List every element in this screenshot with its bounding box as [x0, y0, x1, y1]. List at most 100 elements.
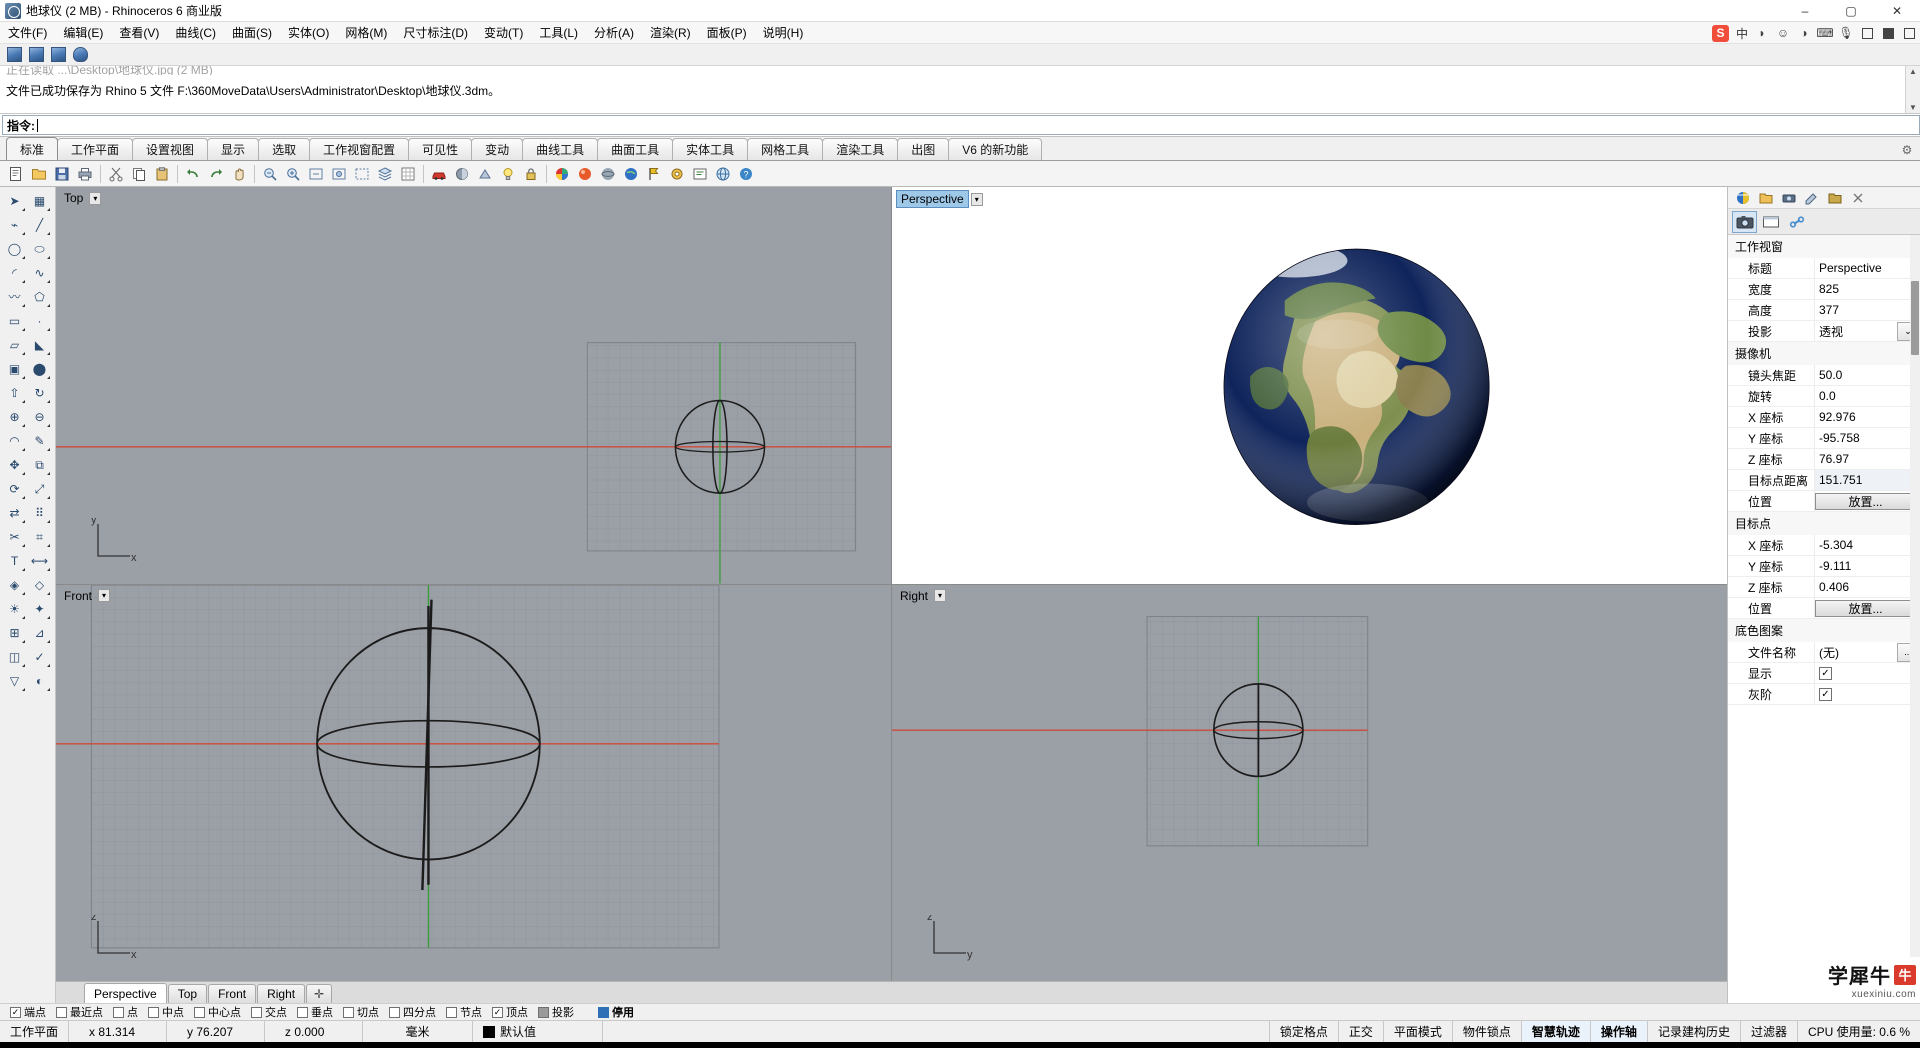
- command-input[interactable]: 指令:: [2, 115, 1920, 135]
- shade-icon[interactable]: [474, 163, 496, 185]
- boolean-union-icon[interactable]: ⊕: [2, 405, 27, 429]
- tab-select[interactable]: 选取: [258, 138, 311, 160]
- web-help-icon[interactable]: [712, 163, 734, 185]
- boolean-difference-icon[interactable]: ⊖: [27, 405, 52, 429]
- osnap-checkbox[interactable]: [598, 1006, 609, 1018]
- ime-keyboard-icon[interactable]: ⌨: [1816, 26, 1833, 40]
- zoom-in-icon[interactable]: [282, 163, 304, 185]
- osnap-item[interactable]: 停用: [594, 1004, 638, 1020]
- chevron-down-icon[interactable]: ▾: [89, 191, 102, 205]
- property-checkbox[interactable]: ✓: [1819, 687, 1832, 701]
- tab-v6-new-features[interactable]: V6 的新功能: [948, 138, 1043, 160]
- link-icon[interactable]: [1784, 211, 1809, 233]
- menu-mesh[interactable]: 网格(M): [337, 23, 395, 43]
- arrow-select-icon[interactable]: ➤: [2, 189, 27, 213]
- drape-icon[interactable]: ▽: [2, 669, 27, 693]
- copy-object-icon[interactable]: ⧉: [27, 453, 52, 477]
- status-toggle-planar[interactable]: 平面模式: [1384, 1021, 1453, 1042]
- highlight-icon[interactable]: ◐: [27, 669, 52, 693]
- status-toggle-filter[interactable]: 过滤器: [1741, 1021, 1798, 1042]
- layer-tools-icon[interactable]: ◫: [2, 645, 27, 669]
- status-layer[interactable]: 默认值: [473, 1021, 604, 1042]
- tab-curve-tools[interactable]: 曲线工具: [522, 138, 599, 160]
- chevron-down-icon[interactable]: ▾: [934, 589, 947, 602]
- mirror-icon[interactable]: ⇄: [2, 501, 27, 525]
- save-file-icon[interactable]: [51, 163, 73, 185]
- wireframe-view-icon[interactable]: [6, 46, 23, 63]
- viewport-tab-right[interactable]: Right: [257, 984, 306, 1003]
- osnap-checkbox[interactable]: [538, 1006, 549, 1018]
- freeform-curve-icon[interactable]: 〰: [2, 285, 27, 309]
- property-checkbox[interactable]: ✓: [1819, 666, 1832, 680]
- properties-content[interactable]: 工作视窗 标题 Perspective 宽度 825 高度 377 投影 透视 ⌄ 摄像机 镜头焦距 5…: [1728, 235, 1920, 957]
- osnap-checkbox[interactable]: [389, 1006, 400, 1018]
- osnap-item[interactable]: ✓ 端点: [6, 1004, 50, 1020]
- property-value[interactable]: Perspective: [1814, 258, 1920, 278]
- property-value[interactable]: 透视 ⌄: [1814, 321, 1920, 341]
- light-tools-icon[interactable]: ✦: [27, 597, 52, 621]
- osnap-item[interactable]: 点: [109, 1004, 142, 1020]
- viewport-right-name[interactable]: Right: [896, 588, 932, 604]
- tab-cplane[interactable]: 工作平面: [57, 138, 134, 160]
- ime-smiley-icon[interactable]: ☺: [1776, 26, 1790, 40]
- render-tools-icon[interactable]: ☀: [2, 597, 27, 621]
- ime-mode-label[interactable]: 中: [1736, 25, 1748, 42]
- sogou-ime-icon[interactable]: S: [1711, 24, 1729, 42]
- property-value[interactable]: (无)...: [1814, 642, 1920, 662]
- property-value[interactable]: 92.976: [1814, 407, 1920, 427]
- osnap-item[interactable]: 节点: [442, 1004, 486, 1020]
- surface-plane-icon[interactable]: ▱: [2, 333, 27, 357]
- mesh-icon[interactable]: ◈: [2, 573, 27, 597]
- status-toggle-record-history[interactable]: 记录建构历史: [1648, 1021, 1741, 1042]
- flag-icon[interactable]: [643, 163, 665, 185]
- rectangle-icon[interactable]: ▭: [2, 309, 27, 333]
- status-cplane[interactable]: 工作平面: [0, 1021, 70, 1042]
- cut-icon[interactable]: [105, 163, 127, 185]
- menu-render[interactable]: 渲染(R): [642, 23, 699, 43]
- chevron-down-icon[interactable]: ▾: [970, 192, 983, 206]
- tab-surface-tools[interactable]: 曲面工具: [597, 138, 674, 160]
- property-value[interactable]: 151.751: [1814, 470, 1920, 490]
- viewport-perspective[interactable]: Perspective ▾: [892, 187, 1727, 584]
- viewport-front[interactable]: Front ▾ z x: [56, 584, 891, 981]
- property-value[interactable]: 76.97: [1814, 449, 1920, 469]
- sphere-solid-icon[interactable]: ⬤: [27, 357, 52, 381]
- viewport-top-name[interactable]: Top: [60, 190, 87, 206]
- scroll-up-icon[interactable]: ▲: [1906, 66, 1920, 77]
- select-window-icon[interactable]: ▦: [27, 189, 52, 213]
- viewport-top[interactable]: Top ▾ y x: [56, 187, 891, 584]
- viewport-front-name[interactable]: Front: [60, 588, 96, 604]
- tab-render-tools[interactable]: 渲染工具: [822, 138, 899, 160]
- gear-icon[interactable]: ⚙: [1900, 143, 1914, 157]
- menu-tools[interactable]: 工具(L): [531, 23, 586, 43]
- menu-curve[interactable]: 曲线(C): [167, 23, 224, 43]
- osnap-item[interactable]: 中心点: [190, 1004, 245, 1020]
- mesh-edit-icon[interactable]: ◇: [27, 573, 52, 597]
- properties-scrollbar[interactable]: [1910, 235, 1920, 957]
- camera-icon[interactable]: [1732, 210, 1757, 233]
- osnap-checkbox[interactable]: [56, 1006, 67, 1018]
- line-segment-icon[interactable]: ╱: [27, 213, 52, 237]
- car-render-icon[interactable]: [428, 163, 450, 185]
- viewport-icon[interactable]: [1758, 211, 1783, 233]
- ellipse-icon[interactable]: ⬭: [27, 237, 52, 261]
- osnap-checkbox[interactable]: [148, 1006, 159, 1018]
- layer-color-swatch[interactable]: [483, 1025, 496, 1038]
- chevron-down-icon[interactable]: ▾: [98, 589, 111, 602]
- light-bulb-icon[interactable]: [497, 163, 519, 185]
- menu-view[interactable]: 查看(V): [111, 23, 167, 43]
- osnap-item[interactable]: 垂点: [293, 1004, 337, 1020]
- tab-standard[interactable]: 标准: [6, 137, 59, 160]
- viewport-tab-front[interactable]: Front: [208, 984, 257, 1003]
- tab-visibility[interactable]: 可见性: [408, 138, 473, 160]
- new-file-icon[interactable]: [5, 163, 27, 185]
- layers-panel-icon[interactable]: [1732, 188, 1753, 207]
- osnap-item[interactable]: 最近点: [52, 1004, 107, 1020]
- render-preview-icon[interactable]: [451, 163, 473, 185]
- tab-transform[interactable]: 变动: [471, 138, 524, 160]
- redo-icon[interactable]: [205, 163, 227, 185]
- osnap-checkbox[interactable]: [297, 1006, 308, 1018]
- ime-panel-icon[interactable]: [1881, 26, 1895, 40]
- paste-icon[interactable]: [151, 163, 173, 185]
- osnap-checkbox[interactable]: [251, 1006, 262, 1018]
